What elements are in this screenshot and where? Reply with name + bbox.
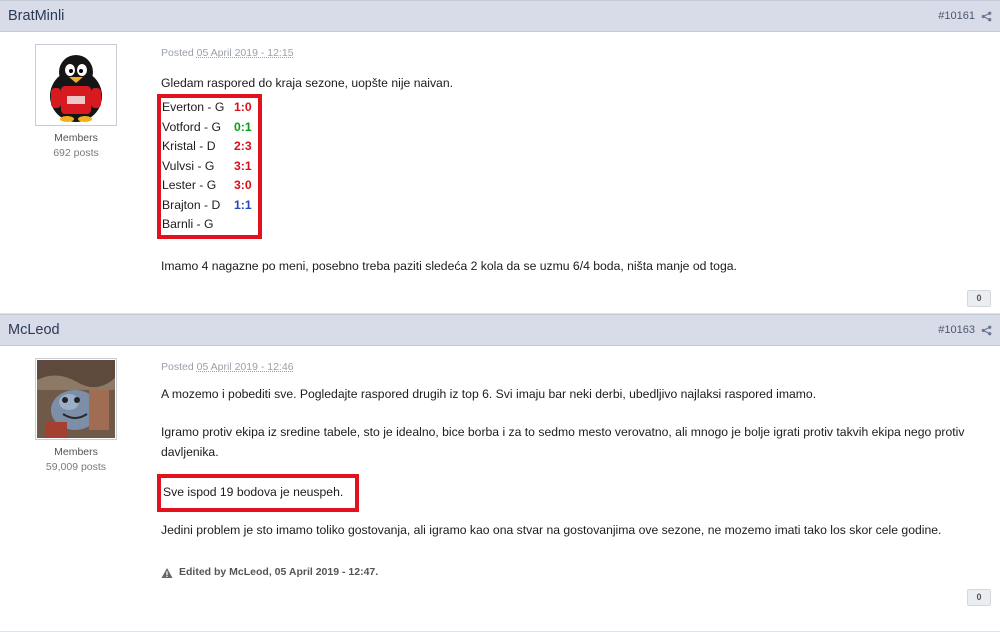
schedule-match: Vulvsi - G <box>162 158 215 173</box>
post-10163: McLeod #10163 Members 59,009 posts Poste… <box>0 314 1000 632</box>
post-closing: Imamo 4 nagazne po meni, posebno treba p… <box>161 258 737 273</box>
schedule-row: Kristal - D 2:3 <box>161 137 252 157</box>
post-paragraph-1: A mozemo i pobediti sve. Pogledajte rasp… <box>161 386 817 401</box>
schedule-score: 2:3 <box>234 139 252 153</box>
reputation-count[interactable]: 0 <box>967 589 991 606</box>
schedule-row: Everton - G 1:0 <box>161 98 252 118</box>
post-id-link[interactable]: #10161 <box>938 10 975 22</box>
posted-label: Posted <box>161 47 194 59</box>
member-group: Members <box>54 132 98 144</box>
schedule-row: Vulvsi - G 3:1 <box>161 157 252 177</box>
post-intro: Gledam raspored do kraja sezone, uopšte … <box>161 75 454 90</box>
avatar[interactable] <box>35 358 117 440</box>
post-id-link[interactable]: #10163 <box>938 324 975 336</box>
posted-date[interactable]: 05 April 2019 - 12:15 <box>197 47 294 59</box>
post-paragraph-2: Igramo protiv ekipa iz sredine tabele, s… <box>161 425 965 459</box>
avatar[interactable] <box>35 44 117 126</box>
posted-label: Posted <box>161 361 194 373</box>
post-count: 59,009 posts <box>45 461 107 473</box>
author-info: Members 59,009 posts <box>0 346 152 473</box>
post-content: Posted 05 April 2019 - 12:46 A mozemo i … <box>157 346 980 583</box>
schedule-match: Votford - G <box>162 119 221 134</box>
schedule-box: Everton - G 1:0 Votford - G 0:1 Kristal - D 2… <box>157 94 262 239</box>
cartoon-avatar-image <box>37 360 115 438</box>
member-group: Members <box>54 446 98 458</box>
schedule-score: 1:1 <box>234 197 252 212</box>
schedule-match: Barnli - G <box>162 217 214 231</box>
schedule-row: Lester - G 3:0 <box>161 176 252 196</box>
post-id-wrap: #10161 <box>938 10 992 22</box>
schedule-match: Kristal - D <box>162 139 216 153</box>
posted-date[interactable]: 05 April 2019 - 12:46 <box>197 361 294 373</box>
highlight-box: Sve ispod 19 bodova je neuspeh. <box>157 474 360 512</box>
schedule-row: Brajton - D 1:1 <box>161 196 252 216</box>
post-header: BratMinli #10161 <box>0 0 1000 32</box>
penguin-avatar-image <box>37 46 115 124</box>
author-info: Members 692 posts <box>0 32 152 159</box>
edited-note: Edited by McLeod, 05 April 2019 - 12:47. <box>161 563 980 583</box>
post-content: Posted 05 April 2019 - 12:15 Gledam rasp… <box>157 32 980 276</box>
schedule-score: 3:0 <box>234 178 252 192</box>
posted-line: Posted 05 April 2019 - 12:15 <box>161 44 980 64</box>
reputation-count[interactable]: 0 <box>967 290 991 307</box>
post-id-wrap: #10163 <box>938 324 992 336</box>
share-icon[interactable] <box>981 325 992 336</box>
post-count: 692 posts <box>53 147 99 159</box>
schedule-score: 3:1 <box>234 158 252 173</box>
schedule-row: Votford - G 0:1 <box>161 118 252 138</box>
author-name[interactable]: BratMinli <box>8 8 64 24</box>
post-body: Members 59,009 posts Posted 05 April 201… <box>0 346 1000 630</box>
schedule-match: Brajton - D <box>162 197 221 212</box>
posted-line: Posted 05 April 2019 - 12:46 <box>161 358 980 378</box>
schedule-score: 1:0 <box>234 100 252 114</box>
share-icon[interactable] <box>981 11 992 22</box>
schedule-score: 0:1 <box>234 119 252 134</box>
warning-icon <box>161 567 173 578</box>
highlight-text: Sve ispod 19 bodova je neuspeh. <box>163 485 344 499</box>
schedule-row: Barnli - G <box>161 215 252 235</box>
post-body: Members 692 posts Posted 05 April 2019 -… <box>0 32 1000 312</box>
post-10161: BratMinli #10161 Members 692 posts Poste… <box>0 0 1000 314</box>
author-name[interactable]: McLeod <box>8 322 60 338</box>
edited-text: Edited by McLeod, 05 April 2019 - 12:47. <box>179 566 379 578</box>
schedule-match: Lester - G <box>162 178 217 192</box>
post-paragraph-3: Jedini problem je sto imamo toliko gosto… <box>161 522 942 537</box>
post-header: McLeod #10163 <box>0 314 1000 346</box>
schedule-match: Everton - G <box>162 100 225 114</box>
